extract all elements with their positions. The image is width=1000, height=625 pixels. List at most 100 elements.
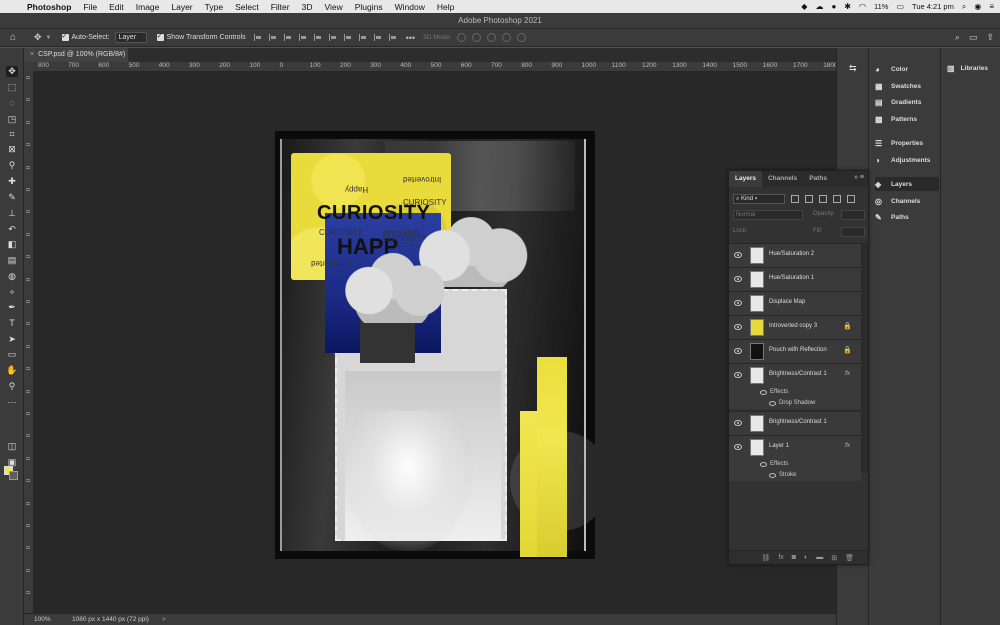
3d-scale-icon[interactable]: [517, 33, 527, 42]
align-bottom-icon[interactable]: [328, 34, 336, 41]
eyedropper-tool-icon[interactable]: ⚲: [6, 160, 18, 171]
layer-name[interactable]: Introverted copy 3: [769, 323, 817, 329]
user-icon[interactable]: ◉: [974, 2, 981, 11]
panel-color[interactable]: ◕ Color: [875, 62, 939, 76]
visibility-eye-icon[interactable]: [734, 348, 742, 354]
new-layer-icon[interactable]: ⊞: [831, 554, 837, 562]
cloud-icon[interactable]: ☁: [815, 2, 823, 11]
layer-row[interactable]: Hue/Saturation 1: [729, 267, 861, 291]
panel-patterns[interactable]: ▩ Patterns: [875, 112, 939, 126]
layer-name[interactable]: Hue/Saturation 2: [769, 251, 814, 257]
3d-slide-icon[interactable]: [502, 33, 512, 42]
distribute-center-icon[interactable]: [358, 34, 366, 41]
align-left-icon[interactable]: [253, 34, 261, 41]
panel-paths[interactable]: ✎ Paths: [875, 210, 939, 224]
new-adjustment-icon[interactable]: ◐: [804, 554, 808, 561]
menu-type[interactable]: Type: [205, 2, 223, 12]
3d-orbit-icon[interactable]: [457, 33, 467, 42]
layer-name[interactable]: Pouch with Reflection: [769, 347, 827, 353]
visibility-eye-icon[interactable]: [769, 473, 776, 478]
delete-layer-icon[interactable]: 🗑: [845, 554, 854, 562]
rectangle-tool-icon[interactable]: ▭: [6, 349, 18, 360]
search-icon[interactable]: ⌕: [955, 32, 960, 43]
visibility-eye-icon[interactable]: [734, 276, 742, 282]
crop-tool-icon[interactable]: ⌗: [6, 129, 18, 140]
share-icon[interactable]: ⇪: [986, 32, 994, 43]
more-options-icon[interactable]: •••: [406, 33, 415, 43]
ruler-corner[interactable]: [24, 62, 34, 72]
link-layers-icon[interactable]: ⛓: [761, 554, 770, 562]
panel-libraries[interactable]: ▥ Libraries: [947, 64, 988, 73]
vertical-ruler[interactable]: 0 0 0 0 0 0 0 0 0 0 0 0 0 0 0 0 0 0 0 0 0 0 0 0: [24, 72, 34, 613]
layer-row[interactable]: Pouch with Reflection 🔒: [729, 339, 861, 363]
new-group-icon[interactable]: ▬: [816, 554, 823, 561]
home-icon[interactable]: ⌂: [10, 32, 24, 43]
workspace-icon[interactable]: ▭: [969, 32, 978, 43]
layer-name[interactable]: Layer 1: [769, 443, 789, 449]
menu-image[interactable]: Image: [136, 2, 160, 12]
gradient-tool-icon[interactable]: ▤: [6, 255, 18, 266]
lasso-tool-icon[interactable]: ◌: [6, 98, 18, 109]
horizontal-ruler[interactable]: 800 700 600 500 400 300 200 100 0 100 200 300 400 500…: [34, 62, 836, 72]
add-mask-icon[interactable]: ◙: [792, 554, 796, 561]
drop-shadow-row[interactable]: Drop Shadow: [729, 398, 861, 409]
object-selection-tool-icon[interactable]: ◳: [6, 114, 18, 125]
visibility-eye-icon[interactable]: [760, 462, 767, 467]
brush-tool-icon[interactable]: ✎: [6, 192, 18, 203]
panel-gradients[interactable]: ▤ Gradients: [875, 95, 939, 109]
layer-row[interactable]: Layer 1 fx: [729, 435, 861, 459]
menu-edit[interactable]: Edit: [109, 2, 124, 12]
canvas-area[interactable]: Introverted Happy CURIOSITY CURIOSITY CU…: [34, 72, 836, 613]
panel-layers[interactable]: ◈ Layers: [875, 177, 939, 191]
menu-layer[interactable]: Layer: [171, 2, 192, 12]
blend-mode-dropdown[interactable]: Normal: [733, 210, 803, 220]
type-tool-icon[interactable]: T: [6, 318, 18, 329]
menubar-clock[interactable]: Tue 4:21 pm: [912, 2, 954, 11]
visibility-eye-icon[interactable]: [734, 420, 742, 426]
close-icon[interactable]: ×: [30, 51, 34, 58]
visibility-eye-icon[interactable]: [760, 390, 767, 395]
clone-stamp-tool-icon[interactable]: ⊥: [6, 208, 18, 219]
dropbox-icon[interactable]: ◆: [801, 2, 807, 11]
visibility-eye-icon[interactable]: [734, 300, 742, 306]
screen-mode-icon[interactable]: ▣: [6, 457, 18, 468]
eraser-tool-icon[interactable]: ◧: [6, 239, 18, 250]
layer-row[interactable]: Brightness/Contrast 1: [729, 411, 861, 435]
lock-icon[interactable]: 🔒: [843, 346, 852, 354]
visibility-eye-icon[interactable]: [734, 252, 742, 258]
search-icon[interactable]: ⌕: [962, 2, 966, 12]
opacity-input[interactable]: [841, 210, 865, 220]
show-transform-checkbox[interactable]: [156, 32, 164, 41]
healing-brush-tool-icon[interactable]: ✚: [6, 176, 18, 187]
smart-object-filter-icon[interactable]: [847, 195, 855, 203]
add-style-icon[interactable]: fx: [778, 554, 783, 561]
distribute-right-icon[interactable]: [373, 34, 381, 41]
shape-filter-icon[interactable]: [833, 195, 841, 203]
menu-select[interactable]: Select: [235, 2, 259, 12]
control-center-icon[interactable]: ≡: [989, 2, 994, 11]
menu-app-name[interactable]: Photoshop: [27, 2, 71, 12]
align-right-icon[interactable]: [283, 34, 291, 41]
tab-channels[interactable]: Channels: [762, 171, 803, 187]
pen-tool-icon[interactable]: ✒: [6, 302, 18, 313]
layer-name[interactable]: Brightness/Contrast 1: [769, 371, 827, 377]
layer-name[interactable]: Hue/Saturation 1: [769, 275, 814, 281]
fx-indicator[interactable]: fx: [845, 442, 850, 449]
panel-properties[interactable]: ☰ Properties: [875, 136, 939, 150]
panel-swatches[interactable]: ▦ Swatches: [875, 79, 939, 93]
battery-icon[interactable]: ▭: [896, 2, 904, 11]
wifi-icon[interactable]: ◠: [859, 2, 866, 11]
align-center-icon[interactable]: [268, 34, 276, 41]
stroke-row[interactable]: Stroke: [729, 470, 861, 481]
menu-help[interactable]: Help: [437, 2, 454, 12]
3d-roll-icon[interactable]: [472, 33, 482, 42]
edit-toolbar-icon[interactable]: ⋯: [6, 397, 18, 408]
filter-kind-dropdown[interactable]: ⌕ Kind ▾: [733, 194, 785, 204]
align-top-icon[interactable]: [298, 34, 306, 41]
marquee-tool-icon[interactable]: ⬚: [6, 82, 18, 93]
history-icon[interactable]: ⇆: [849, 63, 857, 74]
chevron-down-icon[interactable]: ▼: [46, 35, 52, 41]
wechat-icon[interactable]: ●: [831, 2, 836, 11]
type-filter-icon[interactable]: [819, 195, 827, 203]
effects-row[interactable]: Effects: [729, 459, 861, 470]
